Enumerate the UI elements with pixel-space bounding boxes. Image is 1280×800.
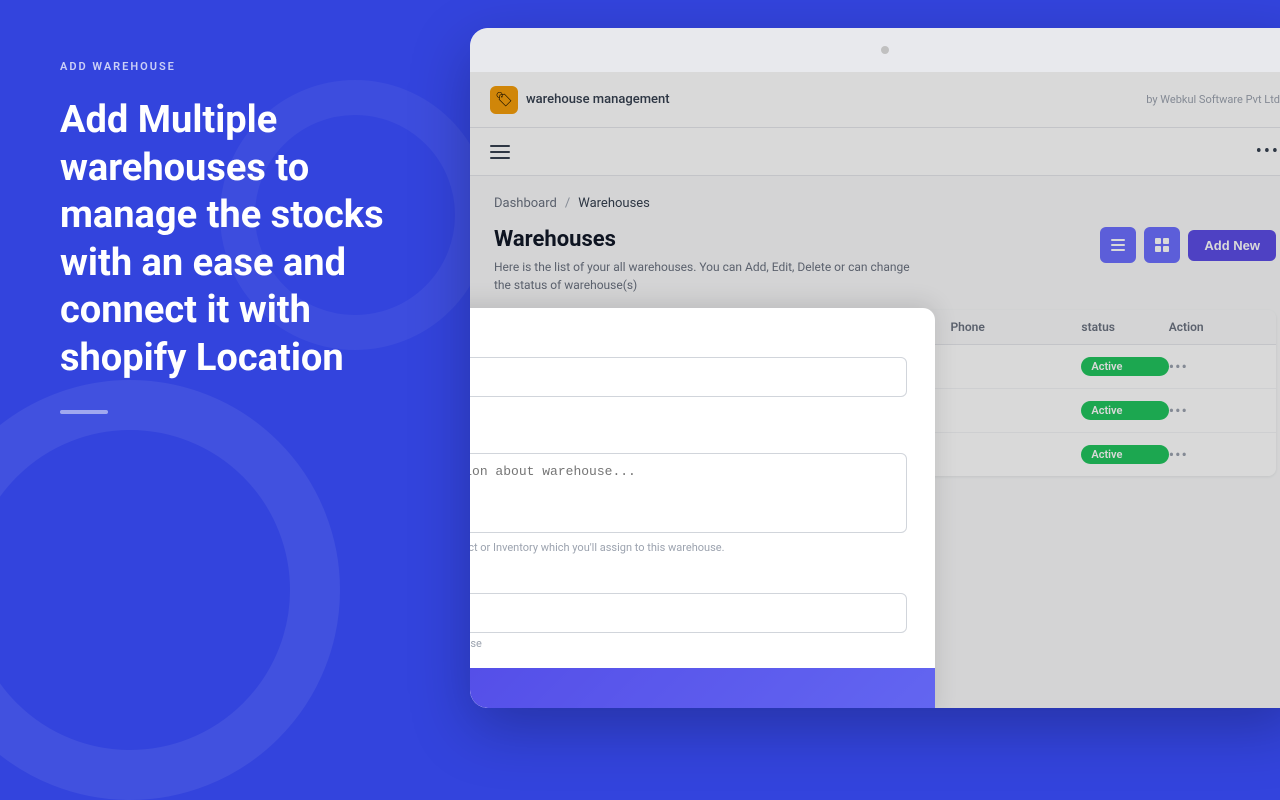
warehouse-name-hint: Enter the name of your warehouse	[470, 401, 907, 414]
warehouse-name-field: Warehouse name* Enter the name of your w…	[470, 336, 907, 414]
additional-info-field: Additional Information This info coud be…	[470, 432, 907, 554]
additional-info-label: Additional Information	[470, 432, 907, 447]
warehouse-name-label: Warehouse name*	[470, 336, 907, 351]
additional-info-hint: This info coud be about the Product or I…	[470, 541, 907, 554]
address-line1-input[interactable]	[470, 593, 907, 633]
address-line1-label: Address Line 1*	[470, 572, 907, 587]
browser-chrome	[470, 28, 1280, 72]
warehouse-name-input[interactable]	[470, 357, 907, 397]
add-warehouse-form: Warehouse name* Enter the name of your w…	[470, 308, 935, 708]
form-footer	[470, 668, 935, 708]
address-line1-hint: Enter the location of your warehouse	[470, 637, 907, 650]
modal-overlay: Warehouse name* Enter the name of your w…	[470, 72, 1280, 708]
main-heading: Add Multiple warehouses to manage the st…	[60, 97, 410, 382]
app-content: 🏷 warehouse management by Webkul Softwar…	[470, 72, 1280, 708]
divider	[60, 410, 108, 414]
additional-info-input[interactable]	[470, 453, 907, 533]
address-line1-field: Address Line 1* Enter the location of yo…	[470, 572, 907, 650]
browser-window: 🏷 warehouse management by Webkul Softwar…	[470, 28, 1280, 708]
section-label: ADD WAREHOUSE	[60, 60, 410, 73]
browser-dot	[881, 46, 889, 54]
left-panel: ADD WAREHOUSE Add Multiple warehouses to…	[0, 0, 470, 720]
